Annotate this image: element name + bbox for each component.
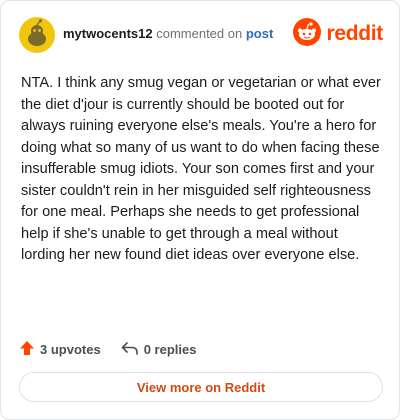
commented-on-text: commented on: [156, 26, 243, 41]
comment-actions: 3 upvotes 0 replies: [19, 339, 216, 359]
reddit-comment-card: mytwocents12 commented on post reddit NT…: [0, 0, 400, 420]
reddit-logo[interactable]: reddit: [293, 17, 383, 51]
reply-arrow-icon: [121, 340, 144, 359]
author-username[interactable]: mytwocents12: [63, 26, 153, 41]
reply-count: 0 replies: [143, 341, 197, 357]
reddit-wordmark: reddit: [326, 22, 383, 45]
author-line: mytwocents12 commented on post: [63, 26, 273, 41]
reply-button[interactable]: 0 replies: [121, 340, 197, 359]
view-more-button[interactable]: View more on Reddit: [19, 372, 383, 402]
post-link[interactable]: post: [246, 26, 273, 41]
snoo-avatar-icon[interactable]: [19, 17, 55, 53]
comment-header: mytwocents12 commented on post reddit: [19, 17, 383, 53]
upvote-button[interactable]: 3 upvotes: [19, 340, 101, 359]
upvote-arrow-icon: [19, 340, 40, 359]
comment-body: NTA. I think any smug vegan or vegetaria…: [21, 75, 381, 263]
upvote-count: 3 upvotes: [40, 341, 101, 357]
reddit-snoo-icon: [293, 17, 322, 51]
